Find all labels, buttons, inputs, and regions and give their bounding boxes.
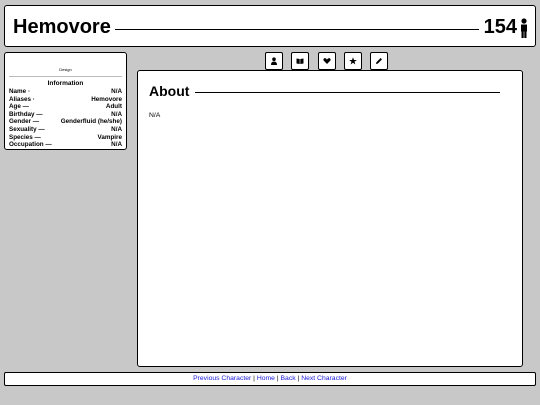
info-label: Occupation — xyxy=(9,141,52,149)
info-value: Adult xyxy=(105,103,122,111)
tab-relationships[interactable] xyxy=(318,52,336,70)
info-row-aliases: Aliases · Hemovore xyxy=(9,96,122,104)
person-icon xyxy=(271,57,277,65)
info-row-gender: Gender — Genderfluid (he/she) xyxy=(9,118,122,126)
info-row-species: Species — Vampire xyxy=(9,134,122,142)
header: Hemovore 154 xyxy=(4,5,536,47)
star-icon xyxy=(349,57,357,65)
info-label: Gender — xyxy=(9,118,40,126)
separator: | xyxy=(297,375,300,382)
info-value: Vampire xyxy=(97,133,122,141)
design-label: Design xyxy=(59,67,72,72)
info-row-name: Name ◦ N/A xyxy=(9,88,122,96)
main-panel: About N/A xyxy=(137,70,523,367)
info-label: Sexuality — xyxy=(9,125,45,133)
about-text: N/A xyxy=(149,112,161,119)
tab-favorites[interactable] xyxy=(344,52,362,70)
info-row-birthday: Birthday — N/A xyxy=(9,111,122,119)
info-list: Name ◦ N/A Aliases · Hemovore Age — Adul… xyxy=(9,88,122,149)
info-label: Name ◦ xyxy=(9,88,31,95)
info-value: N/A xyxy=(111,141,122,149)
info-value: Hemovore xyxy=(91,95,122,103)
info-value: N/A xyxy=(111,125,122,133)
pencil-icon xyxy=(376,58,382,64)
home-link[interactable]: Home xyxy=(257,375,275,382)
footer-nav: Previous Character | Home | Back | Next … xyxy=(4,372,536,386)
info-label: Age — xyxy=(9,103,29,111)
info-row-occupation: Occupation — N/A xyxy=(9,141,122,149)
character-number: 154 xyxy=(483,16,517,38)
tab-story[interactable] xyxy=(291,52,309,70)
header-divider xyxy=(115,29,479,30)
back-link[interactable]: Back xyxy=(281,375,296,382)
info-label: Birthday — xyxy=(9,110,43,118)
info-label: Species — xyxy=(9,133,41,141)
previous-character-link[interactable]: Previous Character xyxy=(193,375,251,382)
tab-profile[interactable] xyxy=(265,52,283,70)
info-title: Information xyxy=(47,80,84,87)
book-icon xyxy=(296,58,304,64)
info-sidebar: Design Information Name ◦ N/A Aliases · … xyxy=(4,52,127,150)
section-title: About xyxy=(149,83,190,99)
character-name: Hemovore xyxy=(13,16,111,38)
heart-icon xyxy=(323,58,331,64)
info-value: N/A xyxy=(111,110,122,118)
info-value: N/A xyxy=(111,88,122,95)
separator: | xyxy=(253,375,255,382)
info-value: Genderfluid (he/she) xyxy=(60,118,122,126)
sidebar-divider xyxy=(9,76,122,77)
person-icon xyxy=(521,18,527,38)
info-row-sexuality: Sexuality — N/A xyxy=(9,126,122,134)
info-row-age: Age — Adult xyxy=(9,103,122,111)
section-divider xyxy=(195,92,500,93)
separator: | xyxy=(276,375,279,382)
tab-edit[interactable] xyxy=(370,52,388,70)
next-character-link[interactable]: Next Character xyxy=(301,375,347,382)
info-label: Aliases · xyxy=(9,95,35,103)
